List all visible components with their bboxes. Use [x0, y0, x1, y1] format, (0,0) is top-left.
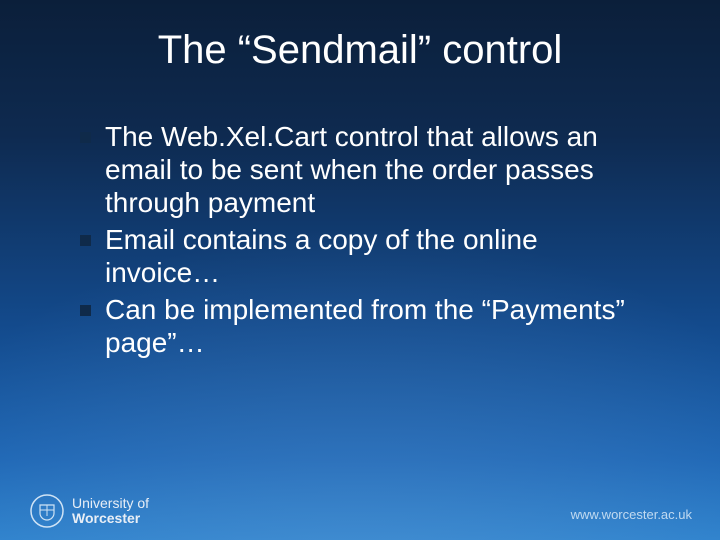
- bullet-text: The Web.Xel.Cart control that allows an …: [105, 120, 660, 219]
- institution-logo: University of Worcester: [30, 494, 149, 528]
- slide: The “Sendmail” control The Web.Xel.Cart …: [0, 0, 720, 540]
- institution-line1: University of: [72, 496, 149, 511]
- bullet-square-icon: [80, 132, 91, 143]
- institution-line2: Worcester: [72, 511, 149, 526]
- slide-body: The Web.Xel.Cart control that allows an …: [80, 120, 660, 363]
- crest-icon: [30, 494, 64, 528]
- bullet-item: Email contains a copy of the online invo…: [80, 223, 660, 289]
- bullet-text: Email contains a copy of the online invo…: [105, 223, 660, 289]
- bullet-square-icon: [80, 235, 91, 246]
- bullet-item: The Web.Xel.Cart control that allows an …: [80, 120, 660, 219]
- bullet-item: Can be implemented from the “Payments” p…: [80, 293, 660, 359]
- bullet-square-icon: [80, 305, 91, 316]
- slide-title: The “Sendmail” control: [0, 28, 720, 73]
- footer-url: www.worcester.ac.uk: [571, 507, 692, 522]
- bullet-text: Can be implemented from the “Payments” p…: [105, 293, 660, 359]
- slide-footer: University of Worcester www.worcester.ac…: [0, 480, 720, 540]
- institution-name: University of Worcester: [72, 496, 149, 525]
